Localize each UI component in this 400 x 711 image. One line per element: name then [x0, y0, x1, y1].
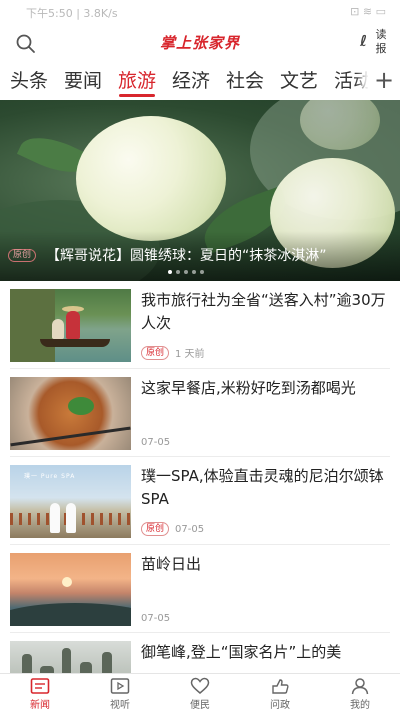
nav-news[interactable]: 新闻	[0, 674, 80, 711]
video-icon	[110, 678, 130, 694]
image-detail	[40, 339, 110, 347]
image-detail	[68, 397, 94, 415]
hand-icon	[272, 679, 289, 694]
list-item[interactable]: 苗岭日出 07-05	[0, 545, 400, 633]
spa-image-text: 璞一 Pure SPA	[24, 473, 76, 480]
original-badge: 原创	[141, 522, 170, 536]
river-boat-image	[10, 289, 131, 362]
news-title: 御笔峰,登上“国家名片”上的美	[141, 643, 342, 661]
list-item[interactable]: 璞一 Pure SPA 璞一SPA,体验直击灵魂的尼泊尔颂钵SPA 原创 07-…	[0, 457, 400, 545]
bottom-navigation: 新闻 视听 便民 问政 我的	[0, 673, 400, 711]
status-icons-text: ⊡ ≋ ▭	[350, 5, 386, 18]
channel-tabs: 头条 要闻 旅游 经济 社会 文艺 活动 +	[0, 64, 400, 98]
image-detail	[52, 319, 64, 339]
tab-travel[interactable]: 旅游	[118, 66, 156, 93]
news-icon	[30, 678, 50, 694]
nav-services[interactable]: 便民	[160, 674, 240, 711]
news-meta: 07-05	[141, 437, 170, 448]
app-header: 掌上张家界 ℓ 读报	[0, 24, 400, 64]
list-item[interactable]: 我市旅行社为全省“送客入村”逾30万人次 原创 1 天前	[0, 281, 400, 369]
status-time: 下午5:50 | 3.8K/s	[26, 7, 118, 20]
app-title: 掌上张家界	[159, 34, 240, 52]
tab-society[interactable]: 社会	[226, 66, 264, 93]
nav-news-label: 新闻	[30, 700, 50, 711]
read-newspaper-button[interactable]: ℓ 读报	[360, 26, 392, 60]
nav-services-label: 便民	[190, 700, 210, 711]
status-bar: 下午5:50 | 3.8K/s ⊡ ≋ ▭	[0, 0, 400, 24]
carousel-dot[interactable]	[168, 270, 172, 274]
read-newspaper-label: 读报	[375, 28, 387, 55]
image-detail	[10, 426, 131, 447]
nav-video-label: 视听	[110, 700, 130, 711]
spa-image: 璞一 Pure SPA	[10, 465, 131, 538]
image-detail	[10, 289, 55, 362]
news-meta: 07-05	[141, 613, 170, 624]
news-time: 07-05	[141, 613, 171, 624]
tab-arts[interactable]: 文艺	[280, 66, 318, 93]
nav-video[interactable]: 视听	[80, 674, 160, 711]
news-time: 1 天前	[175, 349, 205, 360]
news-meta: 原创 1 天前	[141, 345, 205, 360]
news-title: 苗岭日出	[141, 555, 202, 573]
hero-flower	[76, 116, 226, 241]
news-title: 璞一SPA,体验直击灵魂的尼泊尔颂钵SPA	[141, 467, 384, 508]
list-item[interactable]: 这家早餐店,米粉好吃到汤都喝光 07-05	[0, 369, 400, 457]
original-badge: 原创	[8, 249, 37, 262]
active-tab-indicator	[119, 94, 155, 97]
original-badge: 原创	[141, 345, 170, 360]
tab-headlines[interactable]: 头条	[10, 66, 48, 93]
image-detail	[66, 311, 80, 339]
user-icon	[351, 678, 369, 695]
carousel-dot[interactable]	[176, 270, 180, 274]
image-detail	[50, 503, 60, 533]
carousel-dot[interactable]	[184, 270, 188, 274]
carousel-dot[interactable]	[200, 270, 204, 274]
carousel-dot[interactable]	[192, 270, 196, 274]
image-detail	[66, 503, 76, 533]
hero-title[interactable]: 【辉哥说花】圆锥绣球：夏日的“抹茶冰淇淋”	[46, 245, 396, 265]
news-time: 07-05	[175, 523, 205, 535]
image-detail	[62, 577, 72, 587]
nav-inquiry-label: 问政	[270, 700, 290, 711]
heart-icon	[190, 677, 210, 694]
status-icons: ⊡ ≋ ▭	[350, 5, 386, 18]
news-time: 07-05	[141, 437, 171, 448]
news-meta: 原创 07-05	[141, 522, 204, 536]
news-title: 我市旅行社为全省“送客入村”逾30万人次	[141, 291, 386, 332]
carousel-dots	[168, 270, 204, 274]
image-detail	[10, 603, 131, 626]
news-title: 这家早餐店,米粉好吃到汤都喝光	[141, 379, 356, 397]
tab-events[interactable]: 活动	[334, 66, 372, 93]
hero-banner[interactable]: 原创 【辉哥说花】圆锥绣球：夏日的“抹茶冰淇淋”	[0, 100, 400, 281]
tab-economy[interactable]: 经济	[172, 66, 210, 93]
tab-news[interactable]: 要闻	[64, 66, 102, 93]
rice-noodle-image	[10, 377, 131, 450]
nav-profile[interactable]: 我的	[320, 674, 400, 711]
nav-inquiry[interactable]: 问政	[240, 674, 320, 711]
add-channel-button[interactable]: +	[368, 64, 400, 98]
sunrise-image	[10, 553, 131, 626]
nav-profile-label: 我的	[350, 700, 370, 711]
